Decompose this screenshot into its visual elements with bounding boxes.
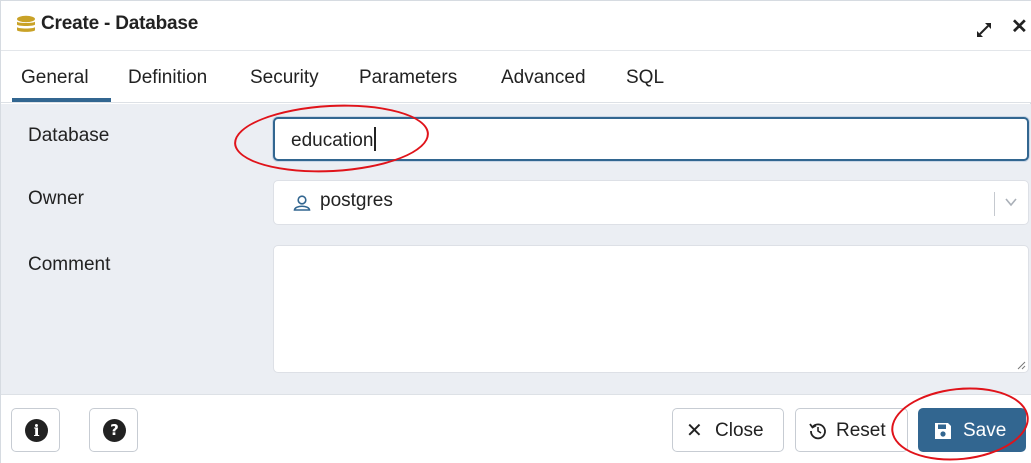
active-tab-indicator bbox=[12, 98, 111, 102]
select-separator bbox=[994, 192, 995, 216]
dialog-footer: i ? ✕ Close Reset Save bbox=[1, 394, 1031, 463]
tab-general[interactable]: General bbox=[21, 67, 89, 89]
tab-parameters[interactable]: Parameters bbox=[359, 67, 457, 89]
owner-label: Owner bbox=[28, 188, 84, 209]
help-icon: ? bbox=[103, 419, 126, 442]
comment-textarea[interactable] bbox=[273, 245, 1029, 373]
dialog-title-bar: Create - Database ✕ bbox=[1, 1, 1031, 51]
close-button-label: Close bbox=[715, 420, 764, 441]
owner-select[interactable]: postgres bbox=[273, 180, 1029, 225]
info-icon: i bbox=[25, 419, 48, 442]
database-name-input[interactable]: education bbox=[273, 117, 1029, 161]
owner-value: postgres bbox=[320, 190, 393, 211]
resize-grip-icon[interactable] bbox=[1016, 360, 1026, 370]
close-button[interactable]: ✕ Close bbox=[672, 408, 784, 452]
close-icon[interactable]: ✕ bbox=[1011, 17, 1028, 37]
text-cursor bbox=[374, 127, 377, 151]
chevron-down-icon[interactable] bbox=[1004, 195, 1018, 209]
help-button[interactable]: ? bbox=[89, 408, 138, 452]
create-database-dialog: Create - Database ✕ General Definition S… bbox=[0, 0, 1031, 463]
tab-bar: General Definition Security Parameters A… bbox=[1, 51, 1031, 103]
save-button[interactable]: Save bbox=[918, 408, 1026, 452]
reset-button-label: Reset bbox=[836, 420, 886, 441]
close-x-icon: ✕ bbox=[686, 420, 703, 442]
database-icon bbox=[17, 15, 35, 32]
dialog-title: Create - Database bbox=[41, 13, 199, 34]
general-form: Database education Owner postgres Commen… bbox=[1, 104, 1031, 394]
database-label: Database bbox=[28, 125, 110, 146]
expand-icon[interactable] bbox=[975, 21, 993, 39]
reset-icon bbox=[809, 423, 826, 440]
tab-definition[interactable]: Definition bbox=[128, 67, 207, 89]
comment-label: Comment bbox=[28, 254, 111, 275]
user-icon bbox=[293, 195, 311, 211]
reset-button[interactable]: Reset bbox=[795, 408, 908, 452]
save-button-label: Save bbox=[963, 420, 1007, 441]
tab-advanced[interactable]: Advanced bbox=[501, 67, 586, 89]
database-name-value: education bbox=[291, 130, 374, 151]
tab-sql[interactable]: SQL bbox=[626, 67, 664, 89]
info-button[interactable]: i bbox=[11, 408, 60, 452]
tab-security[interactable]: Security bbox=[250, 67, 319, 89]
save-icon bbox=[935, 423, 951, 439]
